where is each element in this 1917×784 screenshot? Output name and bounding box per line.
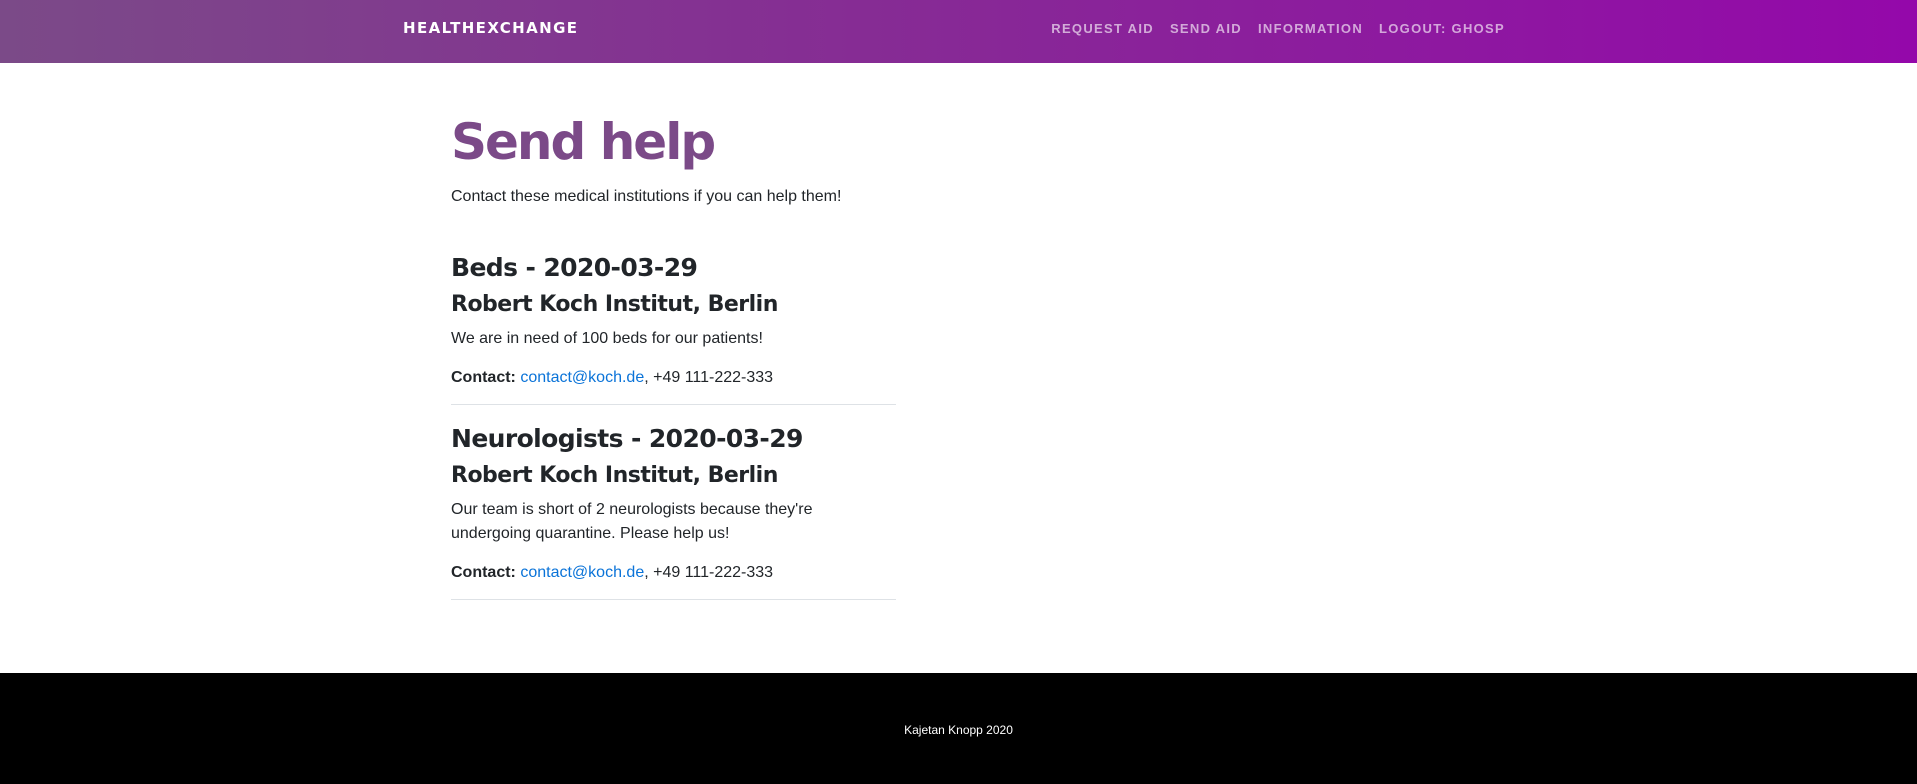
- top-navbar: HEALTHEXCHANGE REQUEST AID SEND AID INFO…: [0, 0, 1917, 63]
- nav-link-send-aid[interactable]: SEND AID: [1170, 21, 1242, 36]
- contact-phone: , +49 111-222-333: [644, 564, 774, 581]
- aid-request-item: Neurologists - 2020-03-29 Robert Koch In…: [451, 421, 896, 600]
- aid-request-title: Beds - 2020-03-29: [451, 253, 698, 282]
- contact-email-link[interactable]: contact@koch.de: [520, 564, 644, 581]
- contact-label: Contact:: [451, 369, 516, 386]
- nav-link-logout[interactable]: LOGOUT: GHOSP: [1379, 21, 1505, 36]
- contact-phone: , +49 111-222-333: [644, 369, 774, 386]
- aid-request-list: Beds - 2020-03-29 Robert Koch Institut, …: [451, 250, 896, 600]
- aid-request-contact: Contact: contact@koch.de, +49 111-222-33…: [451, 367, 896, 389]
- contact-label: Contact:: [451, 564, 516, 581]
- brand-logo-link[interactable]: HEALTHEXCHANGE: [403, 19, 578, 37]
- aid-request-description: Our team is short of 2 neurologists beca…: [451, 501, 813, 542]
- nav-link-information[interactable]: INFORMATION: [1258, 21, 1363, 36]
- aid-request-description: We are in need of 100 beds for our patie…: [451, 330, 763, 347]
- nav-link-request-aid[interactable]: REQUEST AID: [1051, 21, 1154, 36]
- main-content: Send help Contact these medical institut…: [451, 108, 896, 616]
- page-footer: Kajetan Knopp 2020: [0, 673, 1917, 784]
- page-title: Send help: [451, 113, 716, 171]
- page-lead-text: Contact these medical institutions if yo…: [451, 188, 842, 205]
- aid-request-contact: Contact: contact@koch.de, +49 111-222-33…: [451, 562, 896, 584]
- aid-request-item: Beds - 2020-03-29 Robert Koch Institut, …: [451, 250, 896, 405]
- nav-links: REQUEST AID SEND AID INFORMATION LOGOUT:…: [1051, 21, 1505, 36]
- contact-email-link[interactable]: contact@koch.de: [520, 369, 644, 386]
- aid-request-institution: Robert Koch Institut, Berlin: [451, 292, 778, 317]
- aid-request-title: Neurologists - 2020-03-29: [451, 424, 803, 453]
- footer-copyright: Kajetan Knopp 2020: [904, 723, 1013, 737]
- aid-request-institution: Robert Koch Institut, Berlin: [451, 463, 778, 488]
